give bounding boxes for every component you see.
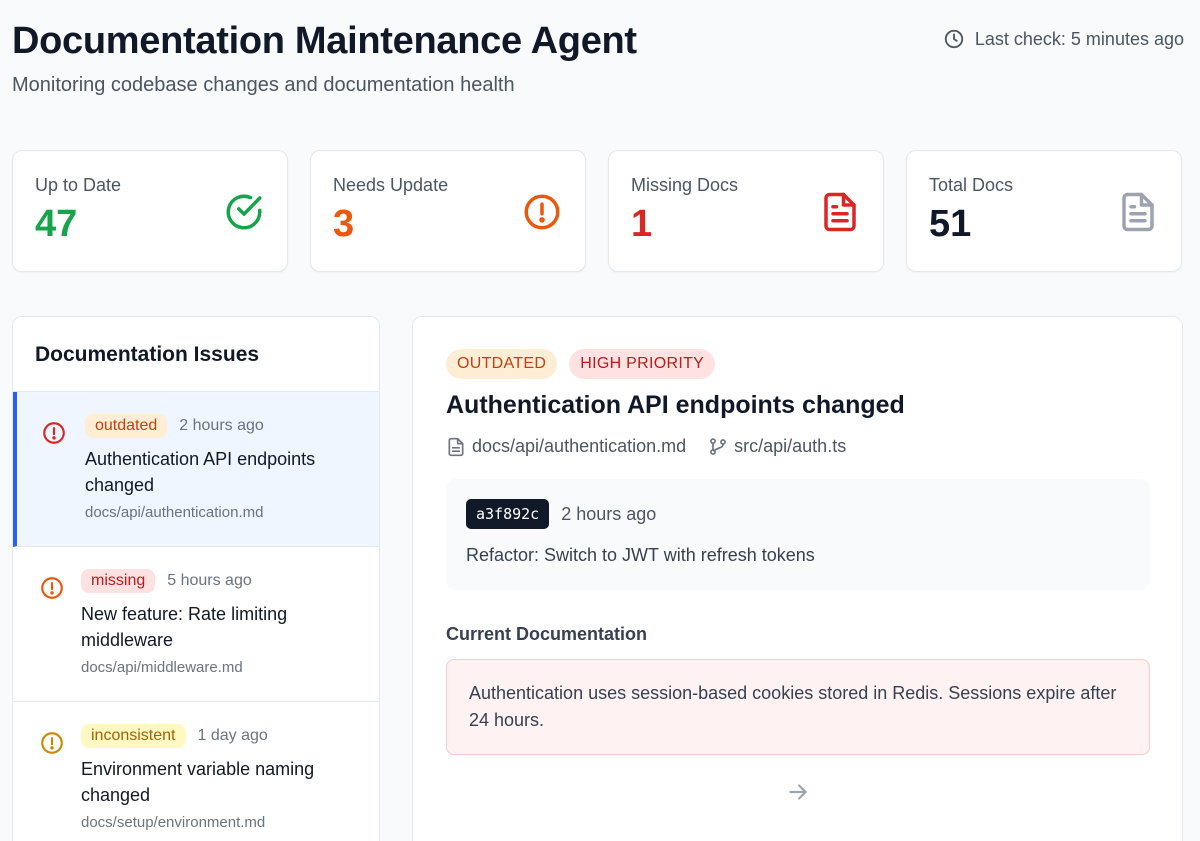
commit-row: a3f892c 2 hours ago <box>466 499 1130 529</box>
issue-path: docs/api/authentication.md <box>85 504 264 521</box>
doc-file-path: docs/api/authentication.md <box>472 436 687 456</box>
issue-meta: missing 5 hours ago <box>81 569 359 593</box>
arrow-right-icon <box>788 784 807 800</box>
issue-path: docs/api/middleware.md <box>81 659 243 676</box>
source-file-path: src/api/auth.ts <box>734 436 847 456</box>
source-file-link[interactable]: src/api/auth.ts <box>708 436 846 457</box>
commit-box: a3f892c 2 hours ago Refactor: Switch to … <box>446 479 1150 590</box>
current-doc-box: Authentication uses session-based cookie… <box>446 659 1150 755</box>
clock-icon <box>944 29 964 49</box>
issue-time: 1 day ago <box>197 727 268 744</box>
issue-list-item[interactable]: inconsistent 1 day ago Environment varia… <box>13 702 379 841</box>
last-check-text: Last check: 5 minutes ago <box>974 28 1184 49</box>
stats-row: Up to Date 47 Needs Update 3 Missing Doc… <box>12 150 1182 272</box>
doc-file-link[interactable]: docs/api/authentication.md <box>446 436 686 457</box>
check-circle-icon <box>226 194 262 230</box>
stat-card-needs-update: Needs Update 3 <box>310 150 586 272</box>
commit-hash[interactable]: a3f892c <box>466 499 550 529</box>
status-badge: missing <box>81 569 156 593</box>
issue-list-item[interactable]: missing 5 hours ago New feature: Rate li… <box>13 547 379 702</box>
issue-title: Authentication API endpoints changed <box>85 449 316 495</box>
document-icon <box>448 437 464 456</box>
detail-tags: OUTDATED HIGH PRIORITY <box>446 349 1149 379</box>
git-branch-icon <box>710 437 727 455</box>
status-tag: OUTDATED <box>446 349 558 379</box>
issues-panel-title: Documentation Issues <box>13 317 379 392</box>
alert-circle-icon <box>41 577 63 599</box>
document-icon <box>824 192 856 232</box>
issue-detail-panel: OUTDATED HIGH PRIORITY Authentication AP… <box>412 316 1183 841</box>
alert-circle-icon <box>43 422 65 444</box>
stat-card-total-docs: Total Docs 51 <box>906 150 1182 272</box>
alert-circle-icon <box>524 194 560 230</box>
issue-time: 2 hours ago <box>179 417 264 434</box>
issue-time: 5 hours ago <box>167 572 252 589</box>
commit-message: Refactor: Switch to JWT with refresh tok… <box>466 545 815 565</box>
page-subtitle: Monitoring codebase changes and document… <box>12 74 515 96</box>
issue-meta: outdated 2 hours ago <box>85 414 359 438</box>
status-badge: outdated <box>85 414 168 438</box>
last-check: Last check: 5 minutes ago <box>943 28 1184 50</box>
priority-tag: HIGH PRIORITY <box>569 349 716 379</box>
issue-title: Environment variable naming changed <box>81 759 315 805</box>
issues-panel: Documentation Issues outdated 2 hours ag… <box>12 316 380 841</box>
commit-time: 2 hours ago <box>561 503 657 524</box>
issue-meta: inconsistent 1 day ago <box>81 724 359 748</box>
stat-card-up-to-date: Up to Date 47 <box>12 150 288 272</box>
page: Documentation Maintenance Agent Monitori… <box>0 0 1200 841</box>
header: Documentation Maintenance Agent Monitori… <box>12 18 1184 97</box>
alert-circle-icon <box>41 732 63 754</box>
detail-files: docs/api/authentication.md src/api/auth.… <box>446 436 1149 457</box>
document-icon <box>1122 192 1154 232</box>
stat-card-missing-docs: Missing Docs 1 <box>608 150 884 272</box>
issue-path: docs/setup/environment.md <box>81 814 266 831</box>
current-doc-label: Current Documentation <box>446 624 648 644</box>
issue-list-item[interactable]: outdated 2 hours ago Authentication API … <box>13 392 379 547</box>
issue-title: New feature: Rate limiting middleware <box>81 604 288 650</box>
status-badge: inconsistent <box>81 724 186 748</box>
detail-title: Authentication API endpoints changed <box>446 391 905 419</box>
arrow-down-indicator <box>446 779 1149 810</box>
